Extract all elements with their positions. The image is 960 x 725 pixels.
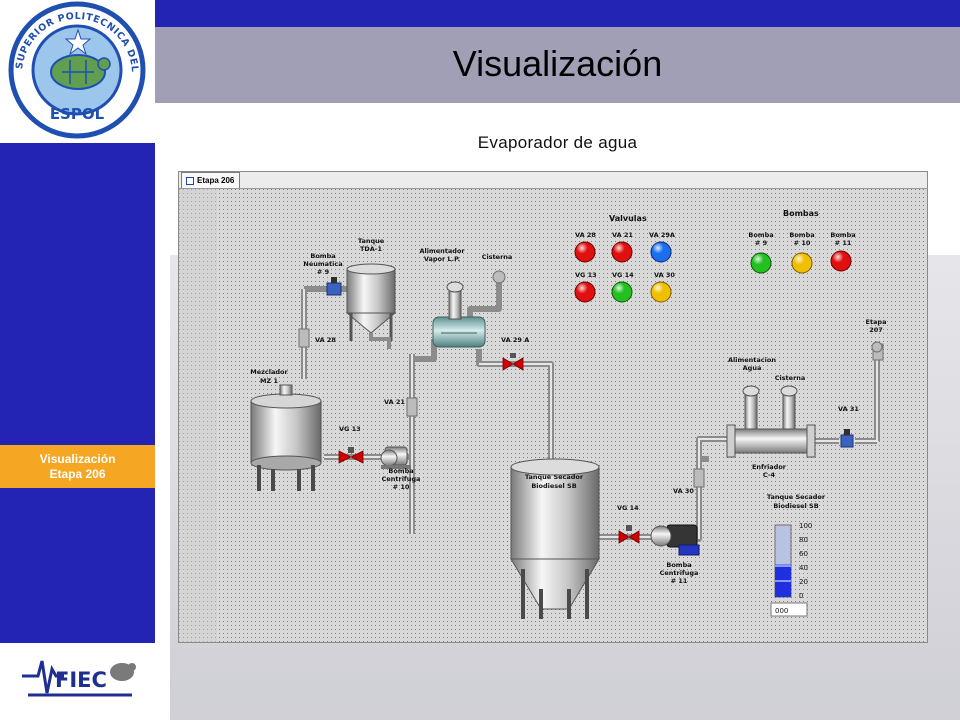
tab-strip: Etapa 206 [179,172,927,189]
pump-lamp-10 [791,252,813,274]
level-title-l2: Biodiesel SB [773,502,818,510]
window-icon [186,176,194,185]
valve-label-va30: VA 30 [654,271,675,279]
label-tanque-l2: TDA-1 [360,245,383,253]
label-tanque-secador-l1: Tanque Secador [525,473,584,481]
label-bomba-neumatica-l2: Neumatica [303,260,342,268]
level-tick-80: 80 [799,536,808,544]
valve-lamp-vg14 [611,281,633,303]
slide-title: Visualización [452,43,663,84]
label-bomba11-l1: Bomba [666,561,691,569]
valve-lamp-va30 [650,281,672,303]
valve-label-vg14: VG 14 [612,271,634,279]
label-alimentador-l2: Vapor L.P. [424,255,460,263]
nav-item-line2: Etapa 206 [49,466,106,481]
label-enfriador-l1: Enfriador [752,463,787,471]
level-tick-0: 0 [799,592,803,600]
slide-subtitle: Evaporador de agua [477,133,638,152]
label-va30: VA 30 [673,487,694,495]
label-etapa207-l1: Etapa [866,318,887,326]
tab-etapa-206[interactable]: Etapa 206 [181,172,241,188]
fiec-logo: FIEC [0,643,155,720]
label-bomba10-l2: Centrifuga [382,475,421,483]
pump-label-9-line2: # 9 [755,239,768,247]
pump-label-10-line2: # 10 [794,239,811,247]
pump-lamp-11 [830,250,852,272]
label-bomba-neumatica-l3: # 9 [317,268,330,276]
valves-heading: Valvulas [609,214,647,223]
label-bomba11-l2: Centrifuga [660,569,699,577]
label-va31: VA 31 [838,405,859,413]
valve-label-va28: VA 28 [575,231,596,239]
label-bomba10-l1: Bomba [388,467,413,475]
label-bomba10-l3: # 10 [393,483,410,491]
label-enfriador-l2: C-4 [763,471,776,479]
nav-item-line1: Visualización [39,451,116,466]
valve-label-vg13: VG 13 [575,271,597,279]
valve-lamp-va29a [650,241,672,263]
scada-window: Etapa 206 Valvulas Bombas VA 28 VA 21 VA… [178,171,928,643]
level-tick-60: 60 [799,550,808,558]
label-mezclador-l1: Mezclador [250,368,288,376]
label-vg14: VG 14 [617,504,639,512]
label-va28: VA 28 [315,336,336,344]
espol-logo: ESCUELA SUPERIOR POLITECNICA DEL LITORAL… [0,0,155,143]
label-mezclador-l2: MZ 1 [260,377,278,385]
valve-label-va29a: VA 29A [649,231,675,239]
label-bomba11-l3: # 11 [671,577,688,585]
label-cisterna-right: Cisterna [775,374,806,382]
label-va21: VA 21 [384,398,405,406]
pump-label-10-line1: Bomba [789,231,814,239]
label-tanque-secador-l2: Biodiesel SB [531,482,576,490]
logo-abbr: ESPOL [50,105,105,123]
level-title-l1: Tanque Secador [767,493,826,501]
process-diagram: Valvulas Bombas VA 28 VA 21 VA 29A VG 13… [179,189,927,642]
valve-label-va21: VA 21 [612,231,633,239]
valve-lamp-va28 [574,241,596,263]
label-alimentacion-l2: Agua [743,364,762,372]
tab-label: Etapa 206 [197,176,235,185]
top-bar [155,0,960,27]
valve-lamp-vg13 [574,281,596,303]
pump-lamp-panel [750,250,852,274]
level-readout: 000 [775,607,788,615]
pump-label-11-line2: # 11 [835,239,852,247]
pump-lamp-9 [750,252,772,274]
label-bomba-neumatica-l1: Bomba [310,252,335,260]
pump-label-11-line1: Bomba [830,231,855,239]
level-tick-100: 100 [799,522,812,530]
label-alimentacion-l1: Alimentacion [728,356,776,364]
level-tick-20: 20 [799,578,808,586]
fiec-text: FIEC [55,668,107,692]
pump-label-9-line1: Bomba [748,231,773,239]
pumps-heading: Bombas [783,209,819,218]
label-alimentador-l1: Alimentador [419,247,465,255]
label-tanque-l1: Tanque [358,237,385,245]
label-vg13: VG 13 [339,425,361,433]
label-va29a: VA 29 A [501,336,529,344]
pump-10[interactable] [380,446,411,469]
valve-lamp-va21 [611,241,633,263]
label-etapa207-l2: 207 [869,326,883,334]
label-cisterna-top: Cisterna [482,253,513,261]
nav-visualizacion-etapa206[interactable]: Visualización Etapa 206 [0,445,155,488]
level-tick-40: 40 [799,564,808,572]
